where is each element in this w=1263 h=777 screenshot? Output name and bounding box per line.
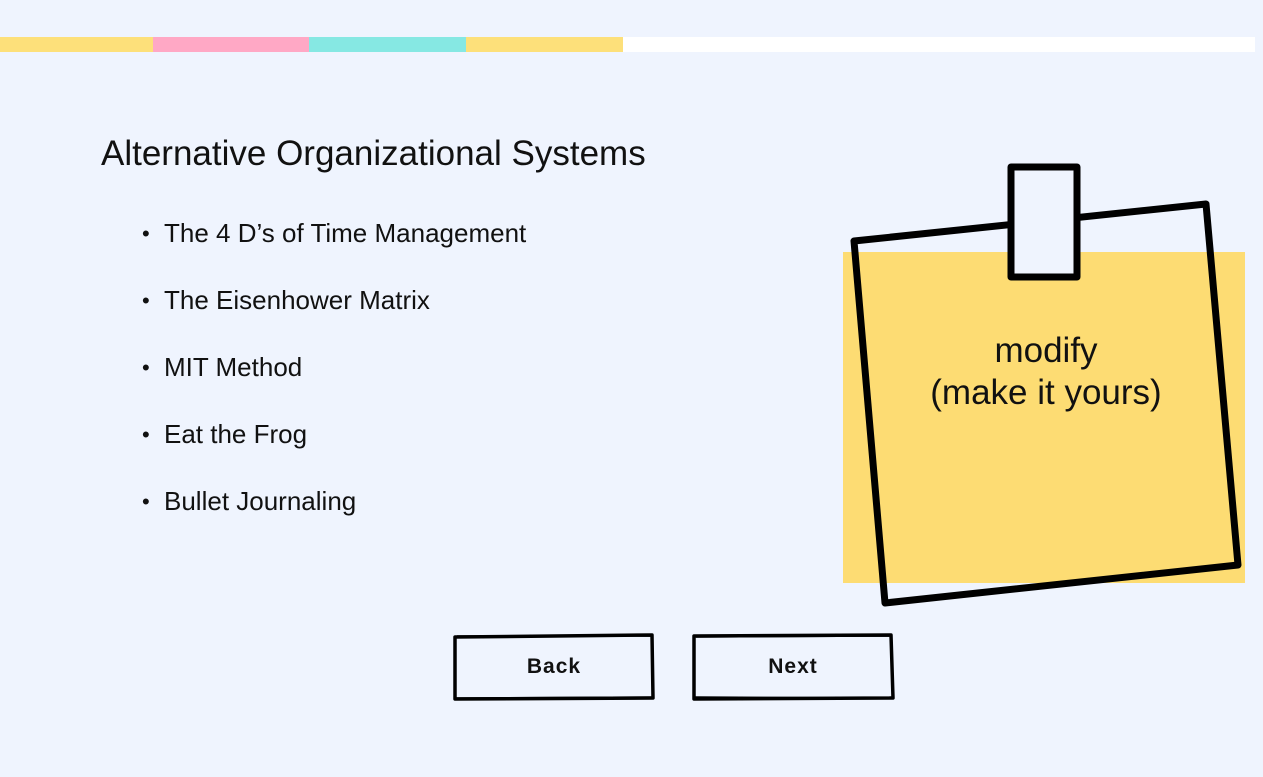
bullet-icon: • — [142, 488, 150, 514]
list-item-label: Bullet Journaling — [164, 486, 357, 516]
bullet-icon: • — [142, 354, 150, 380]
list-item: • Eat the Frog — [142, 401, 526, 468]
progress-segment-3 — [309, 37, 466, 52]
bullet-icon: • — [142, 421, 150, 447]
list-item: • MIT Method — [142, 334, 526, 401]
progress-bar — [0, 37, 1255, 52]
sticky-note-line-1: modify — [994, 331, 1098, 370]
progress-segment-4 — [466, 37, 623, 52]
bullet-list: • The 4 D’s of Time Management • The Eis… — [142, 200, 526, 535]
list-item: • The 4 D’s of Time Management — [142, 200, 526, 267]
progress-segment-1 — [0, 37, 153, 52]
list-item-label: The Eisenhower Matrix — [164, 285, 430, 315]
next-button[interactable]: Next — [691, 633, 895, 701]
tape-icon — [1007, 163, 1081, 281]
list-item-label: MIT Method — [164, 352, 303, 382]
list-item: • Bullet Journaling — [142, 468, 526, 535]
sticky-note-line-2: (make it yours) — [930, 373, 1162, 412]
list-item-label: Eat the Frog — [164, 419, 308, 449]
bullet-icon: • — [142, 287, 150, 313]
back-button-label: Back — [526, 655, 582, 678]
sticky-note-fill — [843, 252, 1245, 583]
progress-segment-2 — [153, 37, 309, 52]
list-item-label: The 4 D’s of Time Management — [164, 218, 527, 248]
back-button[interactable]: Back — [452, 633, 656, 701]
sticky-note: modify (make it yours) — [840, 160, 1250, 610]
bullet-icon: • — [142, 220, 150, 246]
sticky-note-text: modify (make it yours) — [840, 330, 1252, 414]
next-button-label: Next — [768, 655, 818, 678]
list-item: • The Eisenhower Matrix — [142, 267, 526, 334]
slide-title: Alternative Organizational Systems — [101, 134, 646, 173]
